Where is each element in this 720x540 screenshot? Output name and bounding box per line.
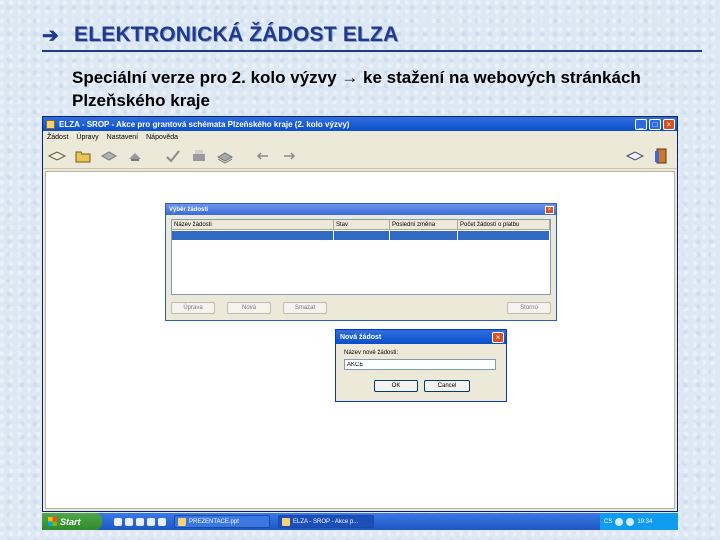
ok-button[interactable]: OK xyxy=(374,380,418,392)
open-book-icon[interactable] xyxy=(47,147,67,165)
menu-zadost[interactable]: Žádost xyxy=(47,134,68,141)
taskbar-item-label: ELZA - SROP - Akce p... xyxy=(293,518,359,525)
col-pocet-zadosti[interactable]: Počet žádostí o platbu xyxy=(458,220,550,229)
taskbar-item-label: PREZENTACE.ppt xyxy=(189,518,239,525)
select-dialog-title: Výběr žádosti xyxy=(169,206,209,213)
new-request-name-label: Název nové žádosti: xyxy=(344,350,399,356)
exit-door-icon[interactable] xyxy=(651,147,671,165)
slide-heading: ELEKTRONICKÁ ŽÁDOST ELZA xyxy=(74,23,399,46)
system-tray: CS 19:34 xyxy=(600,513,678,530)
cancel-button[interactable]: Cancel xyxy=(424,380,470,392)
new-dialog-titlebar[interactable]: Nová žádost × xyxy=(336,330,506,344)
taskbar-item-elza[interactable]: ELZA - SROP - Akce p... xyxy=(278,515,374,528)
taskbar: Start PREZENTACE.ppt ELZA - SROP - Akce … xyxy=(42,513,678,530)
quick-launch-icon[interactable] xyxy=(158,517,166,526)
tray-icon[interactable] xyxy=(626,517,635,526)
arrow-left-icon[interactable] xyxy=(253,147,273,165)
arrow-right-icon[interactable] xyxy=(279,147,299,165)
select-dialog-close-button[interactable]: × xyxy=(545,205,554,214)
tray-icon[interactable] xyxy=(615,517,624,526)
windows-flag-icon xyxy=(48,517,57,526)
new-dialog-close-button[interactable]: × xyxy=(492,331,504,343)
book-gray-icon[interactable] xyxy=(99,147,119,165)
new-button[interactable]: Nová xyxy=(227,302,271,314)
folder-icon[interactable] xyxy=(73,147,93,165)
elza-app-icon xyxy=(282,517,290,526)
minimize-button[interactable]: _ xyxy=(635,118,647,130)
quick-launch-icon[interactable] xyxy=(114,517,122,526)
col-stav[interactable]: Stav xyxy=(334,220,390,229)
window-titlebar[interactable]: ELZA - SROP - Akce pro grantová schémata… xyxy=(43,117,677,131)
start-label: Start xyxy=(60,516,81,527)
start-button[interactable]: Start xyxy=(42,513,102,530)
menu-nastaveni[interactable]: Nastavení xyxy=(107,134,139,141)
maximize-button[interactable]: □ xyxy=(649,118,661,130)
quick-launch-icon[interactable] xyxy=(125,517,133,526)
app-icon xyxy=(46,119,55,129)
delete-icon[interactable] xyxy=(125,147,145,165)
menubar: Žádost Úpravy Nastavení Nápověda xyxy=(43,131,677,143)
slide-title: ➔ ELEKTRONICKÁ ŽÁDOST ELZA xyxy=(42,20,702,52)
request-grid[interactable]: Název žádosti Stav Poslední změna Počet … xyxy=(171,219,551,295)
window-title: ELZA - SROP - Akce pro grantová schémata… xyxy=(59,119,350,129)
cancel-select-button[interactable]: Storno xyxy=(507,302,551,314)
select-request-dialog: Výběr žádosti × Název žádosti Stav Posle… xyxy=(165,203,557,321)
col-posledni-zmena[interactable]: Poslední změna xyxy=(390,220,458,229)
toolbar xyxy=(43,143,677,169)
print-icon[interactable] xyxy=(189,147,209,165)
grid-header: Název žádosti Stav Poslední změna Počet … xyxy=(172,220,550,230)
stack-icon[interactable] xyxy=(215,147,235,165)
table-row[interactable] xyxy=(172,231,550,240)
col-nazev[interactable]: Název žádosti xyxy=(172,220,334,229)
new-request-dialog: Nová žádost × Název nové žádosti: OK Can… xyxy=(335,329,507,402)
quick-launch xyxy=(114,517,166,526)
powerpoint-icon xyxy=(178,517,186,526)
delete-button[interactable]: Smazat xyxy=(283,302,327,314)
app-window: ELZA - SROP - Akce pro grantová schémata… xyxy=(42,116,678,512)
edit-button[interactable]: Úprava xyxy=(171,302,215,314)
clock[interactable]: 19:34 xyxy=(637,519,652,525)
taskbar-item-prezentace[interactable]: PREZENTACE.ppt xyxy=(174,515,270,528)
arrow-bullet-icon: ➔ xyxy=(42,24,59,47)
slide-subtitle: Speciální verze pro 2. kolo výzvy → ke s… xyxy=(72,68,641,110)
quick-launch-icon[interactable] xyxy=(136,517,144,526)
language-indicator[interactable]: CS xyxy=(604,519,612,525)
help-book-icon[interactable] xyxy=(625,147,645,165)
new-dialog-title: Nová žádost xyxy=(340,333,382,341)
close-button[interactable]: × xyxy=(663,118,675,130)
menu-upravy[interactable]: Úpravy xyxy=(76,134,98,141)
select-dialog-titlebar[interactable]: Výběr žádosti × xyxy=(166,204,556,215)
new-request-name-input[interactable] xyxy=(344,359,496,370)
quick-launch-icon[interactable] xyxy=(147,517,155,526)
check-icon[interactable] xyxy=(163,147,183,165)
select-dialog-buttons: Úprava Nová Smazat Storno xyxy=(171,302,551,314)
menu-napoveda[interactable]: Nápověda xyxy=(146,134,178,141)
